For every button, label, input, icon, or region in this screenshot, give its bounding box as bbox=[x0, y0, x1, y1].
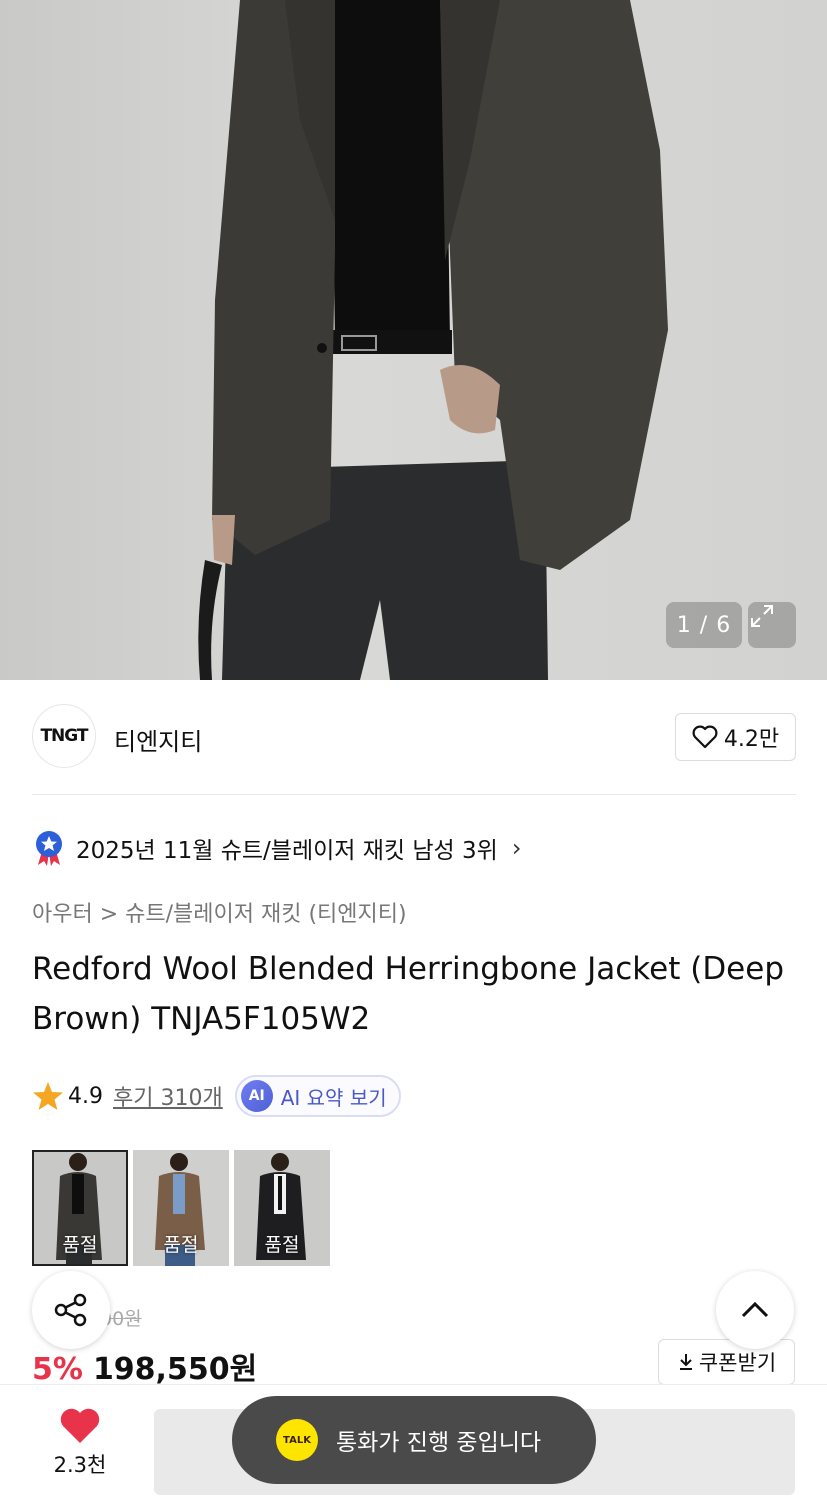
scroll-top-button[interactable] bbox=[716, 1271, 794, 1349]
color-options: 품절 품절 품절 bbox=[32, 1150, 330, 1266]
brand-like-count: 4.2만 bbox=[723, 727, 780, 752]
price-row: 5% 198,550원 bbox=[32, 1344, 257, 1388]
breadcrumb[interactable]: 아우터 > 슈트/블레이저 재킷 (티엔지티) bbox=[32, 896, 407, 928]
sold-out-label: 품절 bbox=[264, 1234, 300, 1256]
color-option-thumb[interactable]: 품절 bbox=[234, 1150, 330, 1266]
brand-row: TNGT 티엔지티 4.2만 bbox=[32, 704, 796, 770]
call-toast: TALK 통화가 진행 중입니다 bbox=[232, 1396, 596, 1484]
heart-outline-icon bbox=[692, 725, 718, 749]
brand-name[interactable]: 티엔지티 bbox=[114, 722, 202, 757]
coupon-button[interactable]: 쿠폰받기 bbox=[658, 1339, 795, 1385]
ai-icon: AI bbox=[240, 1080, 273, 1112]
ranking-text: 2025년 11월 슈트/블레이저 재킷 남성 3위 bbox=[76, 838, 498, 864]
ai-summary-button[interactable]: AI AI 요약 보기 bbox=[234, 1075, 401, 1117]
sold-out-label: 품절 bbox=[62, 1234, 98, 1256]
review-count-link[interactable]: 후기 310개 bbox=[113, 1080, 223, 1112]
model-photo bbox=[198, 0, 668, 680]
ranking-badge-icon bbox=[36, 831, 62, 866]
chevron-right-icon: › bbox=[511, 834, 522, 862]
kakao-talk-icon: TALK bbox=[276, 1419, 318, 1461]
chevron-up-icon bbox=[741, 1301, 769, 1318]
color-option-thumb[interactable]: 품절 bbox=[32, 1150, 128, 1266]
brand-like-button[interactable]: 4.2만 bbox=[675, 713, 796, 761]
discount-rate: 5% bbox=[32, 1352, 83, 1387]
wishlist-button[interactable]: 2.3천 bbox=[40, 1407, 120, 1487]
color-option-thumb[interactable]: 품절 bbox=[133, 1150, 229, 1266]
toast-message: 통화가 진행 중입니다 bbox=[336, 1430, 542, 1456]
sold-out-label: 품절 bbox=[163, 1234, 199, 1256]
wishlist-count: 2.3천 bbox=[53, 1453, 107, 1477]
share-icon bbox=[54, 1293, 87, 1327]
ranking-row[interactable]: 2025년 11월 슈트/블레이저 재킷 남성 3위 › bbox=[32, 828, 521, 868]
product-image[interactable]: 1 / 6 bbox=[0, 0, 827, 680]
download-icon bbox=[679, 1354, 692, 1370]
brand-logo[interactable]: TNGT bbox=[32, 704, 96, 768]
product-title: Redford Wool Blended Herringbone Jacket … bbox=[32, 951, 785, 1037]
sale-price: 198,550원 bbox=[92, 1352, 258, 1387]
coupon-label: 쿠폰받기 bbox=[698, 1351, 777, 1375]
expand-icon[interactable] bbox=[748, 602, 796, 648]
divider bbox=[32, 794, 796, 795]
rating-score: 4.9 bbox=[68, 1083, 103, 1109]
image-counter: 1 / 6 bbox=[666, 602, 742, 648]
rating-row: 4.9 후기 310개 AI AI 요약 보기 bbox=[32, 1074, 401, 1118]
heart-filled-icon bbox=[60, 1408, 100, 1443]
share-button[interactable] bbox=[32, 1271, 110, 1349]
star-icon bbox=[33, 1082, 63, 1110]
ai-summary-label: AI 요약 보기 bbox=[280, 1085, 387, 1110]
